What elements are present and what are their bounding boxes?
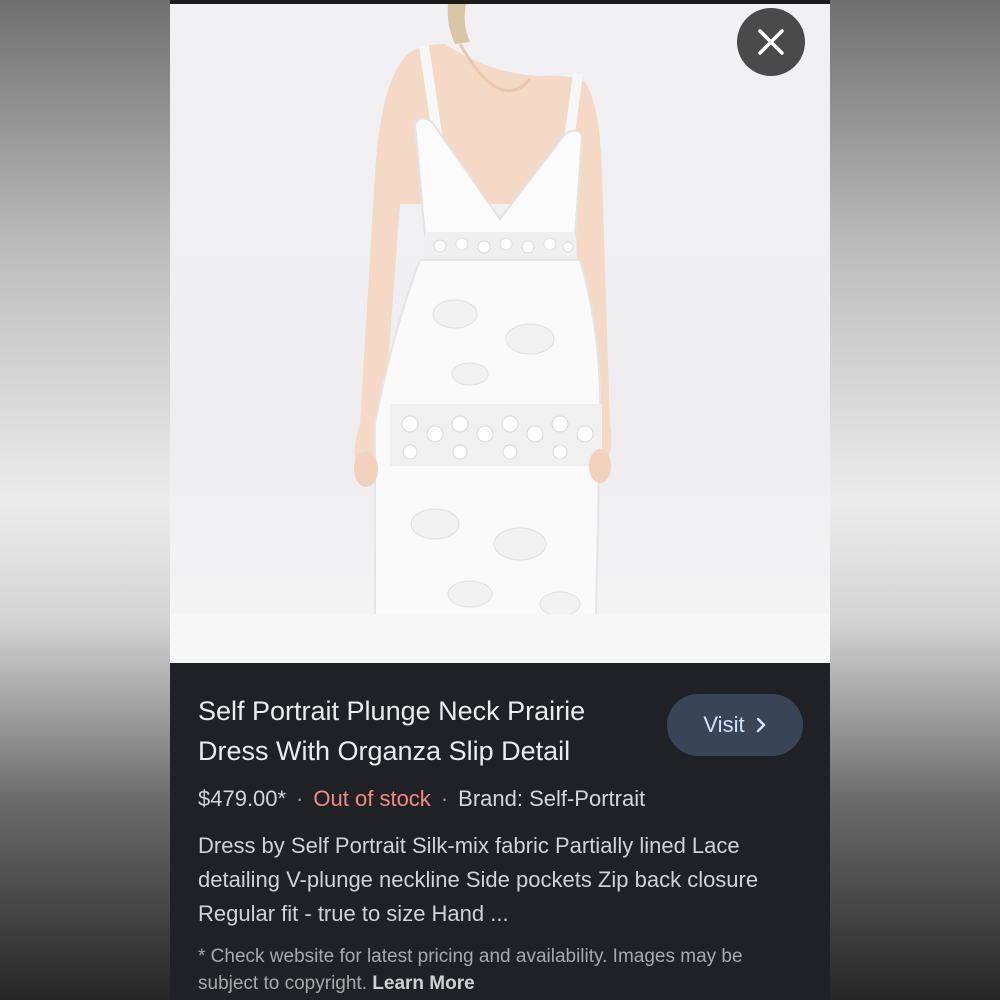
dress-model-illustration [354, 4, 612, 663]
close-icon [758, 29, 784, 55]
product-meta-row: $479.00* · Out of stock · Brand: Self-Portra… [198, 786, 645, 812]
studio-floor [170, 614, 830, 663]
disclaimer: * Check website for latest pricing and a… [198, 943, 808, 997]
product-info-card: Self Portrait Plunge Neck Prairie Dress … [170, 663, 830, 1000]
separator-dot: · [296, 786, 304, 811]
learn-more-link[interactable]: Learn More [372, 973, 474, 994]
product-image[interactable] [170, 4, 830, 663]
stock-status: Out of stock [313, 786, 431, 811]
chevron-right-icon [756, 717, 765, 733]
image-preview-panel: Self Portrait Plunge Neck Prairie Dress … [170, 0, 830, 1000]
product-title[interactable]: Self Portrait Plunge Neck Prairie Dress … [198, 691, 648, 771]
visit-label: Visit [703, 712, 745, 737]
blurred-background-left [0, 0, 170, 1000]
visit-button[interactable]: Visit [667, 694, 803, 756]
separator-dot: · [440, 786, 449, 811]
brand: Brand: Self-Portrait [458, 786, 646, 811]
price: $479.00* [198, 786, 287, 811]
product-description: Dress by Self Portrait Silk-mix fabric P… [198, 833, 759, 926]
close-button[interactable] [737, 8, 805, 76]
blurred-background-right [830, 0, 1000, 1000]
